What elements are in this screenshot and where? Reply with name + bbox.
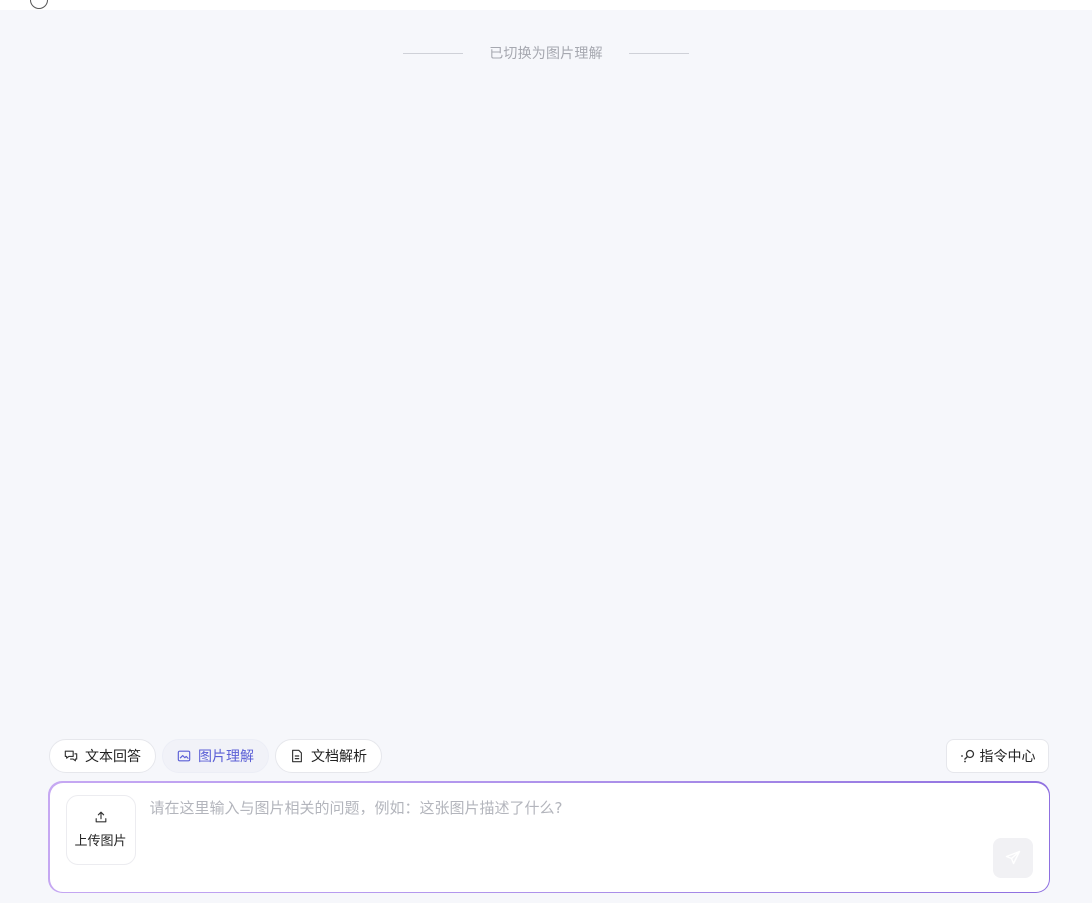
divider-right xyxy=(628,52,689,54)
app-logo-icon[interactable] xyxy=(30,0,48,9)
command-center-label: 指令中心 xyxy=(979,749,1036,765)
tab-text-answer[interactable]: 文本回答 xyxy=(49,739,156,773)
upload-icon xyxy=(95,811,106,823)
tab-document-parsing[interactable]: 文档解析 xyxy=(275,739,382,773)
upload-image-button[interactable]: 上传图片 xyxy=(65,794,136,865)
tab-image-understanding[interactable]: 图片理解 xyxy=(162,739,269,773)
question-input[interactable] xyxy=(149,794,970,821)
image-icon xyxy=(177,750,191,762)
notice-text: 已切换为图片理解 xyxy=(489,46,603,62)
tab-label: 文本回答 xyxy=(85,749,141,765)
composer: 上传图片 xyxy=(48,781,1050,893)
mode-switch-notice: 已切换为图片理解 xyxy=(0,42,1092,64)
tab-label: 图片理解 xyxy=(198,749,254,765)
tab-label: 文档解析 xyxy=(311,749,367,765)
top-bar xyxy=(0,0,1092,10)
command-center-button[interactable]: 指令中心 xyxy=(946,739,1049,773)
chat-icon xyxy=(64,750,78,762)
document-icon xyxy=(292,749,302,763)
send-button[interactable] xyxy=(992,837,1033,878)
upload-label: 上传图片 xyxy=(74,834,127,849)
command-icon xyxy=(960,749,974,763)
composer-inner: 上传图片 xyxy=(49,782,1049,892)
mode-tabs: 文本回答 图片理解 文档解析 xyxy=(49,739,382,773)
divider-left xyxy=(403,52,464,54)
send-icon xyxy=(1005,850,1020,864)
